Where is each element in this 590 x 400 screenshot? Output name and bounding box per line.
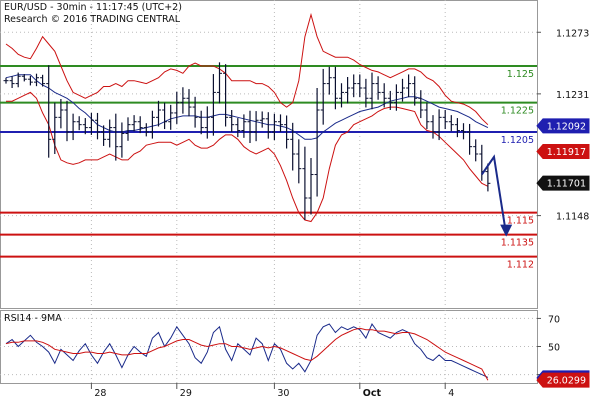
- header-line-1: EUR/USD - 30min - 11:17:45 (UTC+2): [4, 2, 182, 13]
- price-axis: 1.1273 1.1231 1.1148 1.12092 1.11917 1.11701: [536, 28, 590, 223]
- rsi-title: RSI14 - 9MA: [4, 313, 62, 324]
- price-tag: 1.11701: [547, 179, 586, 190]
- price-gridlines: [0, 0, 538, 309]
- chart-root: 1.125 1.1225 1.1205 1.115 1.1135 1.112 1.1273…: [0, 0, 590, 400]
- time-axis-label: 4: [448, 388, 454, 399]
- bollinger-bands: [5, 12, 489, 223]
- rsi-panel: 70503027.635626.0299: [0, 310, 590, 388]
- projection-arrow: [480, 154, 513, 237]
- level-label: 1.125: [507, 69, 534, 80]
- rsi-axis-label: 70: [548, 314, 560, 325]
- bollinger-lower-line: [6, 91, 489, 223]
- level-label: 1.1205: [501, 135, 534, 146]
- time-axis-label: Oct: [363, 388, 382, 399]
- header-line-2: Research © 2016 TRADING CENTRAL: [4, 14, 181, 25]
- level-label: 1.1225: [501, 106, 534, 117]
- rsi-line: [5, 322, 489, 378]
- rsi-axis-label: 50: [548, 343, 560, 354]
- price-axis-label: 1.1148: [556, 212, 589, 223]
- chart-svg: 1.1251.12251.12051.1151.11351.112 1.1273…: [0, 0, 590, 399]
- rsi-ma-line: [5, 327, 489, 381]
- time-axis: 28 29 30 Oct 4: [90, 383, 454, 399]
- price-tag: 1.11917: [547, 147, 586, 158]
- moving-average-line: [5, 74, 489, 140]
- price-tag: 1.12092: [547, 121, 586, 132]
- price-axis-label: 1.1231: [556, 90, 589, 101]
- time-axis-label: 28: [94, 388, 106, 399]
- price-bars: [3, 62, 491, 220]
- support-resistance-levels: 1.1251.12251.12051.1151.11351.112: [0, 65, 537, 271]
- time-axis-label: 30: [277, 388, 289, 399]
- price-panel-frame: [0, 0, 538, 309]
- time-axis-label: 29: [180, 388, 192, 399]
- rsi-tag: 26.0299: [547, 376, 586, 387]
- level-label: 1.1135: [501, 238, 534, 249]
- price-axis-label: 1.1273: [556, 28, 589, 39]
- projection-path: [480, 154, 508, 235]
- level-label: 1.112: [507, 260, 534, 271]
